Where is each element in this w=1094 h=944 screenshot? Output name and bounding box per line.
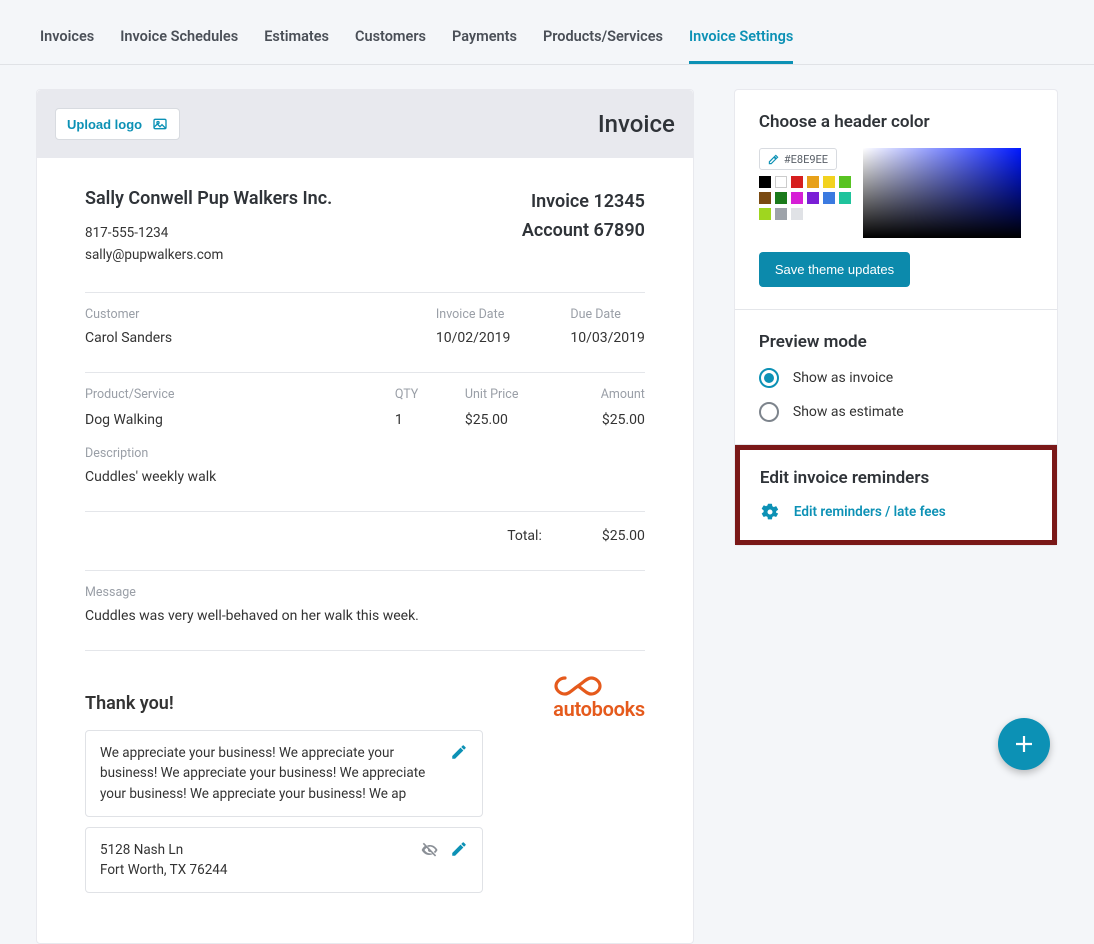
swatch[interactable] [807, 192, 819, 204]
invoice-title: Invoice [598, 110, 675, 138]
edit-reminders-link[interactable]: Edit reminders / late fees [760, 502, 1032, 522]
total-value: $25.00 [602, 528, 645, 544]
swatch[interactable] [807, 176, 819, 188]
edit-reminders-section: Edit invoice reminders Edit reminders / … [735, 445, 1057, 545]
preview-mode-heading: Preview mode [759, 332, 1033, 352]
tab-estimates[interactable]: Estimates [264, 20, 329, 64]
invoice-number: Invoice 12345 [522, 188, 645, 217]
tab-products-services[interactable]: Products/Services [543, 20, 663, 64]
thankyou-heading: Thank you! [85, 693, 483, 714]
swatch[interactable] [775, 208, 787, 220]
account-number: Account 67890 [522, 217, 645, 246]
radio-icon [759, 402, 779, 422]
col-qty: QTY [395, 387, 465, 402]
radio-icon [759, 368, 779, 388]
swatch[interactable] [775, 176, 787, 188]
invoice-date-label: Invoice Date [436, 307, 511, 322]
tab-customers[interactable]: Customers [355, 20, 426, 64]
add-fab-button[interactable] [998, 718, 1050, 770]
business-phone: 817-555-1234 [85, 223, 332, 245]
address-card: 5128 Nash Ln Fort Worth, TX 76244 [85, 827, 483, 894]
address-line1: 5128 Nash Ln [100, 840, 227, 860]
swatch[interactable] [791, 176, 803, 188]
appreciation-note-card: We appreciate your business! We apprecia… [85, 730, 483, 817]
preview-invoice-radio[interactable]: Show as invoice [759, 368, 1033, 388]
save-theme-button[interactable]: Save theme updates [759, 252, 910, 287]
address-line2: Fort Worth, TX 76244 [100, 860, 227, 880]
description-label: Description [85, 446, 645, 461]
invoice-date: 10/02/2019 [436, 330, 511, 346]
tab-invoice-settings[interactable]: Invoice Settings [689, 20, 793, 64]
tab-invoice-schedules[interactable]: Invoice Schedules [120, 20, 238, 64]
col-unit: Unit Price [465, 387, 555, 402]
col-product: Product/Service [85, 387, 395, 402]
swatch[interactable] [839, 192, 851, 204]
tab-invoices[interactable]: Invoices [40, 20, 94, 64]
swatch[interactable] [823, 176, 835, 188]
line-unit: $25.00 [465, 412, 555, 428]
customer-name: Carol Sanders [85, 330, 376, 346]
preview-invoice-label: Show as invoice [793, 370, 893, 386]
infinity-icon [553, 675, 603, 697]
reminders-heading: Edit invoice reminders [760, 468, 1032, 488]
business-email: sally@pupwalkers.com [85, 245, 332, 267]
swatch[interactable] [823, 192, 835, 204]
hex-input[interactable]: #E8E9EE [759, 148, 837, 170]
invoice-preview: Upload logo Invoice Sally Conwell Pup Wa… [36, 89, 694, 944]
edit-reminders-label: Edit reminders / late fees [794, 504, 946, 520]
pencil-icon[interactable] [450, 840, 468, 858]
gear-icon [760, 502, 780, 522]
tab-payments[interactable]: Payments [452, 20, 517, 64]
total-label: Total: [507, 528, 542, 544]
upload-logo-label: Upload logo [67, 117, 142, 132]
swatch[interactable] [759, 176, 771, 188]
description-value: Cuddles' weekly walk [85, 469, 645, 485]
swatch-grid [759, 176, 851, 220]
color-gradient-picker[interactable] [863, 148, 1021, 238]
message-label: Message [85, 585, 645, 600]
eye-off-icon[interactable] [420, 840, 440, 860]
line-product: Dog Walking [85, 412, 395, 428]
upload-logo-button[interactable]: Upload logo [55, 108, 180, 140]
line-amount: $25.00 [555, 412, 645, 428]
col-amount: Amount [555, 387, 645, 402]
due-date-label: Due Date [570, 307, 645, 322]
message-value: Cuddles was very well-behaved on her wal… [85, 608, 645, 624]
tab-bar: Invoices Invoice Schedules Estimates Cus… [0, 0, 1094, 65]
appreciation-note-text: We appreciate your business! We apprecia… [100, 743, 438, 804]
image-icon [152, 116, 168, 132]
swatch[interactable] [759, 192, 771, 204]
swatch[interactable] [839, 176, 851, 188]
due-date: 10/03/2019 [570, 330, 645, 346]
line-qty: 1 [395, 412, 465, 428]
swatch[interactable] [759, 208, 771, 220]
settings-panel: Choose a header color #E8E9EE [734, 89, 1058, 546]
autobooks-logo: autobooks [553, 675, 645, 721]
business-name: Sally Conwell Pup Walkers Inc. [85, 188, 332, 209]
swatch[interactable] [791, 192, 803, 204]
preview-estimate-radio[interactable]: Show as estimate [759, 402, 1033, 422]
customer-label: Customer [85, 307, 376, 322]
preview-estimate-label: Show as estimate [793, 404, 904, 420]
plus-icon [1012, 732, 1036, 756]
autobooks-wordmark: autobooks [553, 697, 645, 721]
pencil-icon[interactable] [450, 743, 468, 761]
swatch[interactable] [791, 208, 803, 220]
hex-value: #E8E9EE [784, 153, 828, 166]
eyedropper-icon [768, 154, 779, 165]
swatch[interactable] [775, 192, 787, 204]
header-color-heading: Choose a header color [759, 112, 1033, 132]
